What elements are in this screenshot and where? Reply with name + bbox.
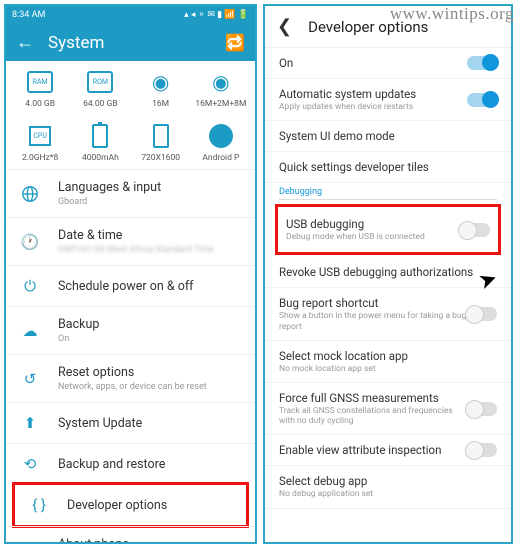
list-item-backup[interactable]: ☁ Backup On <box>6 306 255 354</box>
spec-ram: RAM4.00 GB <box>10 69 70 109</box>
status-icons: ▴ ◂ ⚬ ✉ ▮ 📶 🔋 <box>184 10 249 20</box>
item-title: About phone <box>58 537 241 544</box>
specs-row-2: CPU2.0GHz*8 4000mAh 720X1600 Android P <box>6 115 255 169</box>
spec-cam1: ◉16M <box>131 69 191 109</box>
toggle-off[interactable] <box>467 307 497 321</box>
item-title: Backup <box>58 317 241 332</box>
spec-screen: 720X1600 <box>131 123 191 163</box>
highlight-usb: USB debuggingDebug mode when USB is conn… <box>275 204 501 255</box>
item-sub: Network, apps, or device can be reset <box>58 382 241 392</box>
section-debugging: Debugging <box>265 183 511 202</box>
phone-right: ❮ Developer options On Automatic system … <box>263 4 513 544</box>
reset-icon: ↺ <box>20 369 40 389</box>
globe-icon <box>20 184 40 204</box>
item-title: Date & time <box>58 228 241 243</box>
item-title: Developer options <box>67 498 232 513</box>
ram-icon: RAM <box>27 71 53 93</box>
item-title: Backup and restore <box>58 457 241 472</box>
opt-view-attr[interactable]: Enable view attribute inspection <box>265 435 511 466</box>
list-item-developer[interactable]: { } Developer options <box>15 485 246 525</box>
opt-on[interactable]: On <box>265 48 511 79</box>
status-bar: 8:34 AM ▴ ◂ ⚬ ✉ ▮ 📶 🔋 <box>6 6 255 24</box>
watermark-text: www.wintips.org <box>390 4 514 24</box>
system-header: ← System 🔁 <box>6 24 255 61</box>
opt-demo-mode[interactable]: System UI demo mode <box>265 121 511 152</box>
opt-mock-location[interactable]: Select mock location appNo mock location… <box>265 341 511 383</box>
phone-left: 8:34 AM ▴ ◂ ⚬ ✉ ▮ 📶 🔋 ← System 🔁 RAM4.00… <box>4 4 257 544</box>
battery-icon <box>92 124 108 148</box>
item-title: Reset options <box>58 365 241 380</box>
item-sub: Gboard <box>58 197 241 207</box>
list-item-schedule[interactable]: ⏻ Schedule power on & off <box>6 265 255 306</box>
toggle-off[interactable] <box>467 402 497 416</box>
list-item-about[interactable]: ⓘ About phoneTECNO CC7 <box>6 526 255 544</box>
opt-auto-updates[interactable]: Automatic system updatesApply updates wh… <box>265 79 511 121</box>
clock-icon: 🕐 <box>20 232 40 252</box>
camera-icon: ◉ <box>146 69 176 95</box>
spec-cpu: CPU2.0GHz*8 <box>10 123 70 163</box>
screen-icon <box>153 124 169 148</box>
power-icon: ⏻ <box>20 276 40 296</box>
opt-usb-debugging[interactable]: USB debuggingDebug mode when USB is conn… <box>278 207 498 252</box>
highlight-developer: { } Developer options <box>12 482 249 528</box>
spec-cam2: ◉16M+2M+8M <box>191 69 251 109</box>
opt-bugreport[interactable]: Bug report shortcutShow a button in the … <box>265 288 511 340</box>
opt-revoke[interactable]: Revoke USB debugging authorizations <box>265 257 511 288</box>
item-sub: GMT+01:00 West Africa Standard Time <box>58 245 241 255</box>
screenshot-pair: 8:34 AM ▴ ◂ ⚬ ✉ ▮ 📶 🔋 ← System 🔁 RAM4.00… <box>0 0 522 548</box>
status-time: 8:34 AM <box>12 10 45 20</box>
braces-icon: { } <box>29 495 49 515</box>
info-icon: ⓘ <box>20 541 40 545</box>
restore-icon: ⟲ <box>20 454 40 474</box>
list-item-restore[interactable]: ⟲ Backup and restore <box>6 443 255 484</box>
toggle-on[interactable] <box>467 56 497 70</box>
opt-quick-tiles[interactable]: Quick settings developer tiles <box>265 152 511 183</box>
spec-android: Android P <box>191 123 251 163</box>
back-icon[interactable]: ❮ <box>277 16 292 37</box>
spec-battery: 4000mAh <box>70 123 130 163</box>
toggle-on[interactable] <box>467 93 497 107</box>
item-title: System Update <box>58 416 241 431</box>
rom-icon: ROM <box>87 71 113 93</box>
spec-rom: ROM64.00 GB <box>70 69 130 109</box>
list-item-reset[interactable]: ↺ Reset options Network, apps, or device … <box>6 354 255 402</box>
page-title: System <box>48 33 225 53</box>
cpu-icon: CPU <box>29 126 51 146</box>
opt-debug-app[interactable]: Select debug appNo debug application set <box>265 466 511 508</box>
share-icon[interactable]: 🔁 <box>225 33 245 52</box>
list-item-datetime[interactable]: 🕐 Date & time GMT+01:00 West Africa Stand… <box>6 217 255 265</box>
backup-icon: ☁ <box>20 321 40 341</box>
android-icon <box>209 124 233 148</box>
item-title: Languages & input <box>58 180 241 195</box>
update-icon: ⬆ <box>20 413 40 433</box>
item-sub: On <box>58 334 241 344</box>
list-item-update[interactable]: ⬆ System Update <box>6 402 255 443</box>
camera-icon: ◉ <box>206 69 236 95</box>
toggle-off[interactable] <box>460 223 490 237</box>
item-title: Schedule power on & off <box>58 279 241 294</box>
settings-list: Languages & input Gboard 🕐 Date & time GMT… <box>6 169 255 544</box>
specs-row-1: RAM4.00 GB ROM64.00 GB ◉16M ◉16M+2M+8M <box>6 61 255 115</box>
list-item-languages[interactable]: Languages & input Gboard <box>6 169 255 217</box>
toggle-off[interactable] <box>467 443 497 457</box>
back-icon[interactable]: ← <box>16 32 34 53</box>
opt-gnss[interactable]: Force full GNSS measurementsTrack all GN… <box>265 383 511 435</box>
